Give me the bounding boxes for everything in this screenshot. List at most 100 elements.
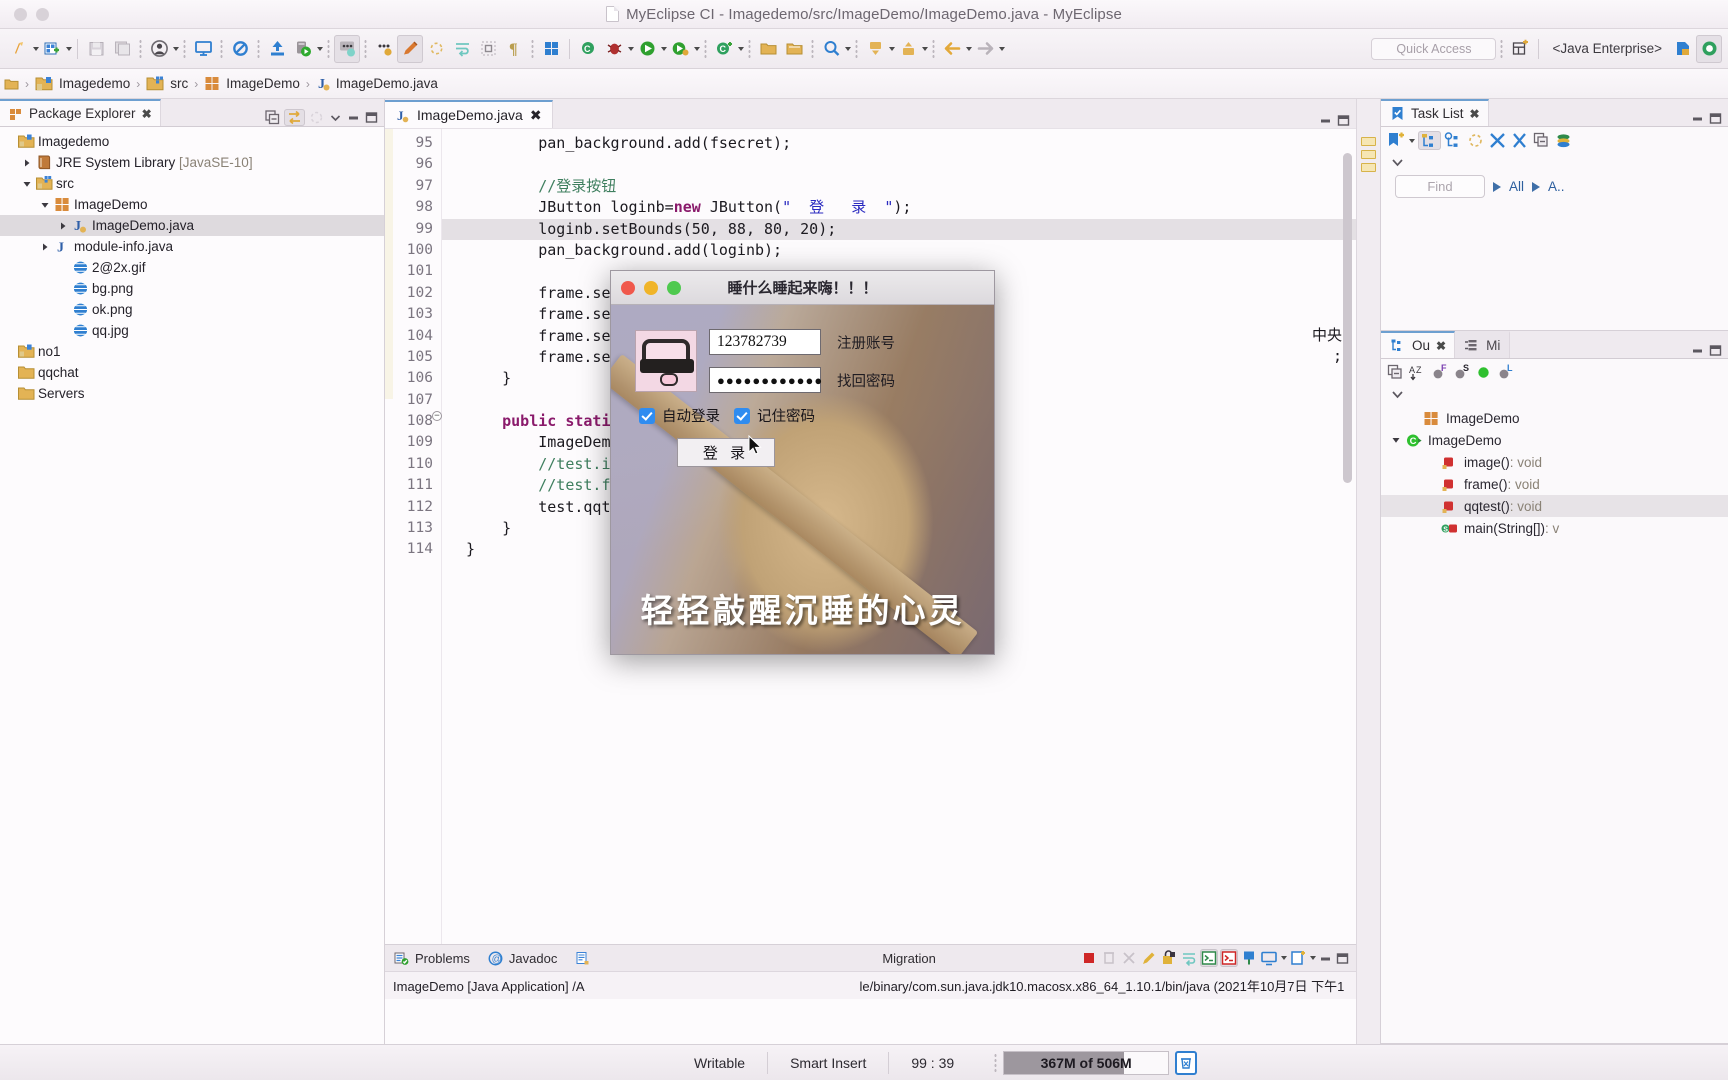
search-button[interactable]	[818, 35, 844, 63]
checkbox-checked-icon[interactable]	[639, 407, 655, 424]
fast-view-rail[interactable]	[1356, 99, 1380, 1044]
external-tools-button[interactable]	[371, 35, 397, 63]
outline-item-imagedemo[interactable]: ImageDemo	[1381, 407, 1728, 429]
rail-marker-2-icon[interactable]	[1361, 150, 1376, 159]
qq-account-input[interactable]: 123782739	[709, 329, 821, 355]
breadcrumb-item-package[interactable]: ImageDemo	[204, 75, 300, 92]
new-class-button[interactable]: C	[575, 35, 601, 63]
task-list-view-menu[interactable]	[1381, 154, 1728, 173]
open-folder-button[interactable]	[755, 35, 781, 63]
close-icon[interactable]: ✖	[1436, 339, 1446, 353]
maximize-editor-icon[interactable]	[1336, 113, 1351, 128]
tree-expand-arrow-icon[interactable]	[22, 179, 36, 189]
breadcrumb[interactable]: › Imagedemo › src › ImageDemo › J ImageD…	[0, 69, 1728, 99]
minimize-view-icon[interactable]	[346, 110, 361, 125]
open-console-button[interactable]	[190, 35, 216, 63]
open-console-dropdown-icon[interactable]	[1310, 956, 1316, 960]
outline-tree[interactable]: ImageDemo C ImageDemo image() : void frame()…	[1381, 405, 1728, 539]
view-menu-chevron-down-icon[interactable]	[328, 110, 343, 125]
categorized-presentation-icon[interactable]	[1418, 131, 1441, 150]
filter-activate-arrow-icon[interactable]	[1532, 181, 1541, 192]
close-icon[interactable]: ✖	[1470, 107, 1480, 121]
close-icon[interactable]: ✖	[142, 107, 152, 121]
scrollbar-thumb[interactable]	[1343, 153, 1352, 483]
new-project-dropdown-icon[interactable]	[66, 46, 72, 51]
clear-console-icon[interactable]	[1140, 949, 1158, 967]
forward-dropdown-icon[interactable]	[999, 46, 1005, 51]
new-task-dropdown-icon[interactable]	[1409, 138, 1415, 143]
breadcrumb-root-icon[interactable]	[4, 76, 19, 91]
close-icon[interactable]: ✖	[530, 107, 542, 124]
search-dropdown-icon[interactable]	[845, 46, 851, 51]
filter-all-arrow-icon[interactable]	[1493, 181, 1501, 192]
tree-item-imagedemo[interactable]: Imagedemo	[0, 131, 384, 152]
myeclipse-perspective-button[interactable]	[1696, 34, 1722, 63]
open-perspective-button[interactable]	[1507, 35, 1533, 63]
focus-on-workweek-icon[interactable]	[1466, 131, 1485, 150]
perspective-label[interactable]: <Java Enterprise>	[1544, 41, 1670, 56]
new-java-class-button[interactable]: C	[711, 35, 737, 63]
tab-outline[interactable]: Ou ✖	[1381, 331, 1456, 358]
tree-item-jre-system-library[interactable]: JRE System Library [JavaSE-10]	[0, 152, 384, 173]
checkbox-checked-icon-2[interactable]	[734, 407, 750, 424]
tab-declaration[interactable]	[566, 945, 605, 971]
save-button[interactable]	[83, 35, 109, 63]
new-wizard-button[interactable]	[6, 35, 32, 63]
qq-forgot-password-link[interactable]: 找回密码	[837, 370, 895, 391]
link-with-editor-icon[interactable]	[284, 109, 305, 126]
code-line[interactable]: //登录按钮	[442, 176, 1356, 197]
code-line[interactable]: loginb.setBounds(50, 88, 80, 20);	[442, 218, 1356, 240]
focus-icon[interactable]	[308, 109, 325, 126]
collapse-all-icon[interactable]	[1532, 131, 1551, 150]
run-configurations-button[interactable]	[667, 35, 693, 63]
fold-toggle-icon[interactable]: −	[432, 411, 442, 422]
find-input[interactable]: Find	[1395, 175, 1485, 198]
scroll-lock-icon[interactable]	[1160, 949, 1178, 967]
tab-minimap[interactable]: Mi	[1455, 331, 1511, 358]
outline-item-image[interactable]: image() : void	[1381, 451, 1728, 473]
outline-item-frame[interactable]: frame() : void	[1381, 473, 1728, 495]
synchronize-all-icon[interactable]	[1510, 131, 1529, 150]
tree-item-no1[interactable]: no1	[0, 341, 384, 362]
tab-package-explorer[interactable]: Package Explorer ✖	[0, 99, 161, 126]
tree-item-imagedemo-java[interactable]: J ImageDemo.java	[0, 215, 384, 236]
editor-vertical-scrollbar[interactable]	[1343, 135, 1352, 934]
filter-all-link[interactable]: All	[1509, 179, 1524, 194]
tab-javadoc[interactable]: @ Javadoc	[479, 945, 566, 971]
hide-fields-icon[interactable]: F	[1430, 363, 1449, 382]
show-whitespace-button[interactable]: ¶	[501, 35, 527, 63]
collapse-all-icon[interactable]	[264, 109, 281, 126]
run-server-button[interactable]	[290, 35, 316, 63]
run-button[interactable]	[634, 35, 660, 63]
synchronize-changed-icon[interactable]	[1488, 131, 1507, 150]
minimize-console-icon[interactable]	[1318, 951, 1333, 966]
qq-register-link[interactable]: 注册账号	[837, 332, 895, 353]
run-server-dropdown-icon[interactable]	[317, 46, 323, 51]
toggle-word-wrap-button[interactable]	[449, 35, 475, 63]
run-config-dropdown-icon[interactable]	[694, 46, 700, 51]
terminate-icon[interactable]	[1080, 949, 1098, 967]
heap-drag-handle[interactable]	[994, 1052, 998, 1073]
outline-item-qqtest[interactable]: qqtest() : void	[1381, 495, 1728, 517]
tab-task-list[interactable]: Task List ✖	[1381, 99, 1489, 126]
code-line[interactable]: pan_background.add(fsecret);	[442, 133, 1356, 154]
maximize-view-icon[interactable]	[1708, 343, 1723, 358]
tree-expand-arrow-icon[interactable]	[22, 158, 36, 168]
hide-local-types-icon[interactable]: L	[1496, 363, 1515, 382]
rail-marker-3-icon[interactable]	[1361, 163, 1376, 172]
word-wrap-icon[interactable]	[1180, 949, 1198, 967]
previous-annotation-button[interactable]	[895, 35, 921, 63]
show-console-icon[interactable]	[1200, 949, 1218, 967]
pig-avatar-icon[interactable]	[635, 330, 697, 392]
code-line[interactable]: JButton loginb=new JButton(" 登 录 ");	[442, 197, 1356, 218]
run-gc-button[interactable]	[1175, 1050, 1198, 1075]
new-java-project-button[interactable]	[39, 35, 65, 63]
tree-item-src[interactable]: src	[0, 173, 384, 194]
user-account-dropdown-icon[interactable]	[173, 46, 179, 51]
debug-button[interactable]	[601, 35, 627, 63]
new-task-icon[interactable]	[1386, 131, 1405, 150]
breadcrumb-item-file[interactable]: J ImageDemo.java	[316, 75, 438, 92]
outline-item-main-string[interactable]: Smain(String[]) : v	[1381, 517, 1728, 539]
tree-item-imagedemo[interactable]: ImageDemo	[0, 194, 384, 215]
toggle-block-selection-button[interactable]	[475, 35, 501, 63]
